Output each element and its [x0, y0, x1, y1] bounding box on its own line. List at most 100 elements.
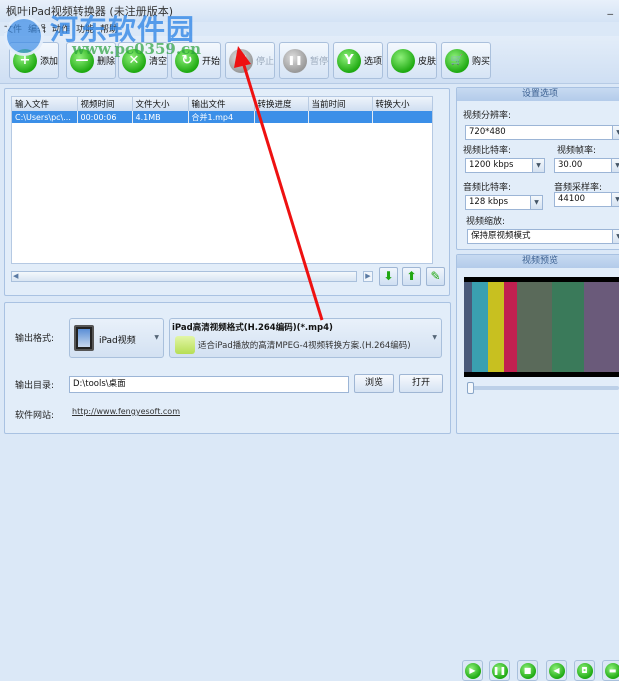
start-label: 开始 — [202, 54, 220, 67]
sample-rate-value: 44100 — [558, 194, 585, 204]
video-resolution-value: 720*480 — [469, 127, 506, 137]
move-down-button[interactable]: ⬇ — [379, 267, 398, 286]
snapshot-button[interactable]: ◘ — [574, 660, 595, 681]
video-zoom-label: 视频缩放: — [466, 214, 505, 227]
preview-title: 视频预览 — [457, 255, 619, 268]
stop-label: 停止 — [256, 54, 274, 67]
device-select[interactable]: iPad视频 ▼ — [69, 318, 164, 358]
device-value: iPad视频 — [99, 333, 136, 346]
cell-input: C:\Users\pc\... — [12, 111, 77, 123]
video-preview — [464, 277, 619, 377]
buy-button[interactable]: 🛒购买 — [441, 42, 491, 79]
website-link[interactable]: http://www.fengyesoft.com — [72, 407, 180, 416]
stop-button[interactable]: ■停止 — [225, 42, 275, 79]
settings-panel: 设置选项 视频分辨率: 720*480▼ 视频比特率: 视频帧率: 1200 k… — [456, 87, 619, 250]
watermark-url: www.pc0359.cn — [72, 40, 201, 58]
pause-label: 暂停 — [310, 54, 328, 67]
col-size[interactable]: 文件大小 — [132, 97, 188, 111]
chevron-down-icon: ▼ — [154, 334, 159, 341]
cell-current-time — [308, 111, 372, 123]
apple-icon — [391, 49, 415, 73]
options-button[interactable]: Y选项 — [333, 42, 383, 79]
cell-output: 合并1.mp4 — [188, 111, 254, 123]
file-table: 输入文件 视频时间 文件大小 输出文件 转换进度 当前时间 转换大小 C:\Us… — [11, 96, 433, 264]
scroll-left-icon[interactable]: ◀ — [13, 272, 18, 280]
folder-icon: ▬ — [605, 663, 619, 679]
video-bitrate-value: 1200 kbps — [469, 160, 513, 170]
move-up-button[interactable]: ⬆ — [402, 267, 421, 286]
stop-preview-button[interactable]: ■ — [517, 660, 538, 681]
output-panel: 输出格式: iPad视频 ▼ iPad高清视频格式(H.264编码)(*.mp4… — [4, 302, 451, 434]
video-bitrate-label: 视频比特率: — [463, 143, 511, 156]
audio-bitrate-select[interactable]: 128 kbps ▼ — [465, 195, 543, 210]
folder-icon — [175, 336, 195, 354]
video-zoom-value: 保持原视频模式 — [471, 231, 531, 241]
pause-icon: ❚❚ — [492, 663, 508, 679]
audio-bitrate-label: 音频比特率: — [463, 180, 511, 193]
cell-size: 4.1MB — [132, 111, 188, 123]
stop-icon: ■ — [229, 49, 253, 73]
stop-icon: ■ — [520, 663, 536, 679]
minimize-button[interactable]: _ — [608, 2, 614, 15]
format-label: 输出格式: — [15, 331, 54, 344]
chevron-down-icon: ▼ — [612, 126, 619, 139]
sample-rate-select[interactable]: 44100 ▼ — [554, 192, 619, 207]
pause-icon: ❚❚ — [283, 49, 307, 73]
table-row[interactable]: C:\Users\pc\... 00:00:06 4.1MB 合并1.mp4 — [12, 111, 432, 123]
chevron-down-icon: ▼ — [611, 193, 619, 206]
output-dir-input[interactable]: D:\tools\桌面 — [69, 376, 349, 393]
add-label: 添加 — [40, 54, 58, 67]
pause-preview-button[interactable]: ❚❚ — [489, 660, 510, 681]
scroll-right-icon[interactable]: ▶ — [363, 271, 373, 282]
edit-button[interactable]: ✎ — [426, 267, 445, 286]
cart-icon: 🛒 — [445, 49, 469, 73]
preview-panel: 视频预览 ▶ ❚❚ ■ ◀ ◘ ▬ — [456, 254, 619, 434]
skin-label: 皮肤 — [418, 54, 436, 67]
buy-label: 购买 — [472, 54, 490, 67]
chevron-down-icon: ▼ — [530, 196, 542, 209]
open-folder-button[interactable]: ▬ — [602, 660, 619, 681]
cell-converted-size — [372, 111, 432, 123]
dir-label: 输出目录: — [15, 378, 54, 391]
settings-title: 设置选项 — [457, 88, 619, 101]
pause-button[interactable]: ❚❚暂停 — [279, 42, 329, 79]
horizontal-scrollbar[interactable]: ◀ — [11, 271, 357, 282]
cell-progress — [254, 111, 308, 123]
chevron-down-icon: ▼ — [432, 334, 437, 341]
seek-slider[interactable] — [469, 386, 619, 390]
format-select[interactable]: iPad高清视频格式(H.264编码)(*.mp4) 适合iPad播放的高清MP… — [169, 318, 442, 358]
tools-icon: Y — [337, 49, 361, 73]
video-resolution-select[interactable]: 720*480 ▼ — [465, 125, 619, 140]
chevron-down-icon: ▼ — [611, 159, 619, 172]
seek-handle[interactable] — [467, 382, 474, 394]
col-current-time[interactable]: 当前时间 — [308, 97, 372, 111]
browse-button[interactable]: 浏览 — [354, 374, 394, 393]
frame-rate-select[interactable]: 30.00 ▼ — [554, 158, 619, 173]
website-label: 软件网站: — [15, 408, 54, 421]
col-duration[interactable]: 视频时间 — [77, 97, 132, 111]
col-converted-size[interactable]: 转换大小 — [372, 97, 432, 111]
speaker-icon: ◀ — [549, 663, 565, 679]
video-zoom-select[interactable]: 保持原视频模式 ▼ — [467, 229, 619, 244]
col-progress[interactable]: 转换进度 — [254, 97, 308, 111]
ipad-icon — [74, 325, 94, 351]
skin-button[interactable]: 皮肤 — [387, 42, 437, 79]
open-button[interactable]: 打开 — [399, 374, 443, 393]
file-list-panel: 输入文件 视频时间 文件大小 输出文件 转换进度 当前时间 转换大小 C:\Us… — [4, 88, 450, 296]
format-description: 适合iPad播放的高清MPEG-4视频转换方案.(H.264编码) — [198, 339, 411, 351]
frame-rate-label: 视频帧率: — [557, 143, 596, 156]
play-icon: ▶ — [465, 663, 481, 679]
audio-bitrate-value: 128 kbps — [469, 197, 508, 207]
frame-rate-value: 30.00 — [558, 160, 582, 170]
watermark-logo — [4, 16, 44, 56]
cell-duration: 00:00:06 — [77, 111, 132, 123]
volume-button[interactable]: ◀ — [546, 660, 567, 681]
col-input-file[interactable]: 输入文件 — [12, 97, 77, 111]
chevron-down-icon: ▼ — [612, 230, 619, 243]
options-label: 选项 — [364, 54, 382, 67]
play-button[interactable]: ▶ — [462, 660, 483, 681]
table-header: 输入文件 视频时间 文件大小 输出文件 转换进度 当前时间 转换大小 — [12, 97, 432, 111]
format-title: iPad高清视频格式(H.264编码)(*.mp4) — [172, 321, 333, 333]
col-output-file[interactable]: 输出文件 — [188, 97, 254, 111]
video-bitrate-select[interactable]: 1200 kbps▼ — [465, 158, 545, 173]
